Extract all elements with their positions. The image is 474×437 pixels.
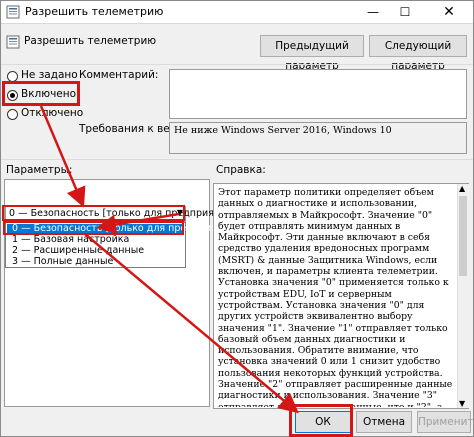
previous-setting-button[interactable]: Предыдущий параметр (260, 35, 364, 72)
policy-icon (6, 5, 20, 19)
annotation-box-enabled (2, 81, 80, 106)
window-title: Разрешить телеметрию (25, 5, 164, 18)
minimize-icon[interactable]: — (359, 1, 387, 23)
annotation-box-select (2, 205, 185, 221)
maximize-icon[interactable]: ☐ (391, 1, 419, 23)
header-divider (1, 64, 473, 65)
scrollbar-thumb[interactable] (459, 196, 467, 276)
radio-not-configured-label: Не задано (21, 69, 78, 81)
annotation-box-option (3, 221, 184, 235)
apply-button[interactable]: Применить (417, 411, 474, 433)
help-text: Этот параметр политики определяет объем … (218, 187, 453, 407)
policy-icon (6, 35, 20, 49)
radio-disabled-label: Отключено (21, 107, 84, 119)
help-scrollbar[interactable]: ▲ ▼ (457, 184, 469, 408)
dropdown-option[interactable]: 2 — Расширенные данные (12, 245, 144, 256)
help-label: Справка: (216, 164, 266, 176)
scroll-up-icon[interactable]: ▲ (459, 184, 465, 193)
title-bar: Разрешить телеметрию — ☐ ✕ (1, 1, 473, 23)
dropdown-option[interactable]: 1 — Базовая настройка (12, 234, 129, 245)
title-separator (1, 23, 473, 24)
requirements-value: Не ниже Windows Server 2016, Windows 10 (174, 125, 392, 136)
params-label: Параметры: (6, 164, 73, 176)
dropdown-option[interactable]: 3 — Полные данные (12, 256, 113, 267)
cancel-button[interactable]: Отмена (356, 411, 412, 433)
comment-field[interactable] (169, 69, 467, 119)
close-icon[interactable]: ✕ (425, 1, 473, 23)
radio-disabled[interactable] (7, 109, 18, 120)
requirements-field: Не ниже Windows Server 2016, Windows 10 (169, 122, 467, 154)
annotation-box-ok (289, 404, 353, 437)
middle-divider (1, 159, 473, 160)
policy-header-title: Разрешить телеметрию (24, 35, 157, 47)
comment-label: Комментарий: (79, 69, 159, 81)
next-setting-button[interactable]: Следующий параметр (369, 35, 467, 72)
scroll-down-icon[interactable]: ▼ (459, 399, 465, 408)
